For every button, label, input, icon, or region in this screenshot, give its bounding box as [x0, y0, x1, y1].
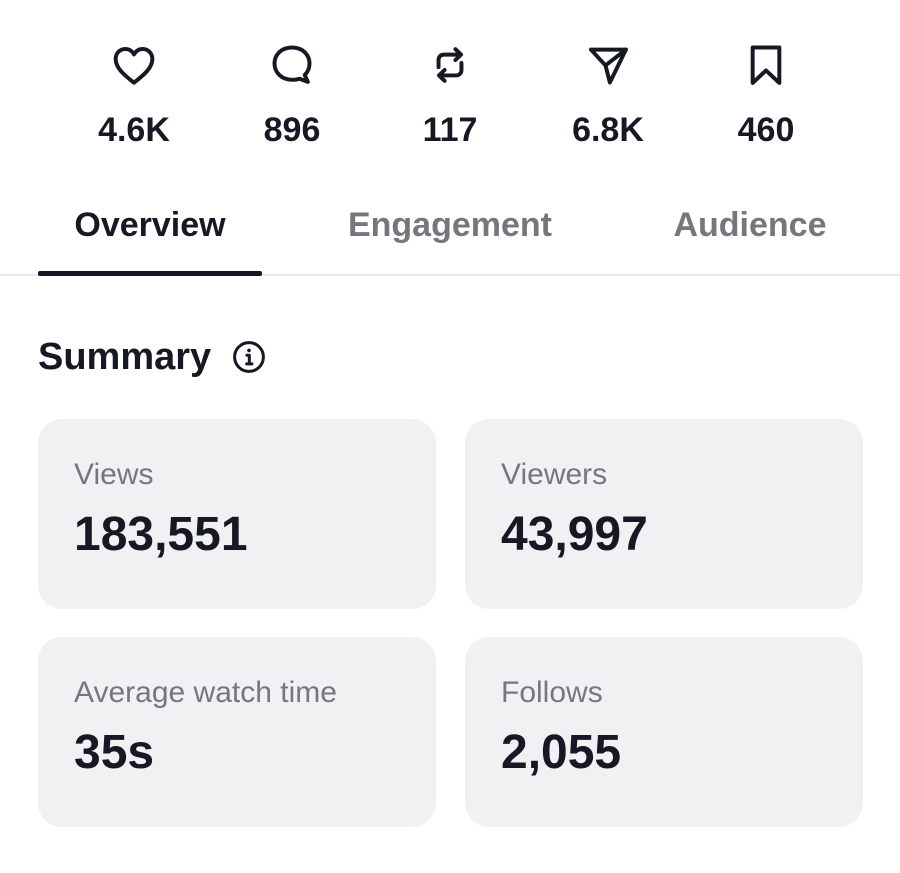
- share-icon[interactable]: [583, 40, 633, 90]
- views-card: Views 183,551: [38, 419, 436, 609]
- reposts-stat[interactable]: 117: [375, 40, 525, 150]
- shares-count: 6.8K: [572, 111, 644, 149]
- summary-header: Summary: [38, 332, 267, 382]
- shares-stat[interactable]: 6.8K: [533, 40, 683, 150]
- analytics-tab-bar: Overview Engagement Audience: [0, 196, 900, 276]
- tab-engagement-label: Engagement: [347, 206, 553, 244]
- likes-count: 4.6K: [98, 111, 170, 149]
- heart-icon[interactable]: [109, 40, 159, 90]
- summary-title: Summary: [38, 336, 212, 378]
- tab-engagement[interactable]: Engagement: [332, 196, 568, 274]
- follows-card: Follows 2,055: [465, 637, 863, 827]
- repost-icon[interactable]: [425, 40, 475, 90]
- views-value: 183,551: [74, 508, 248, 561]
- bookmarks-stat[interactable]: 460: [691, 40, 841, 150]
- average-watch-time-label: Average watch time: [74, 676, 337, 709]
- bookmark-icon[interactable]: [741, 40, 791, 90]
- follows-label: Follows: [501, 676, 603, 709]
- active-tab-indicator: [38, 271, 262, 276]
- average-watch-time-card: Average watch time 35s: [38, 637, 436, 827]
- comments-count: 896: [263, 111, 321, 149]
- comment-icon[interactable]: [267, 40, 317, 90]
- viewers-value: 43,997: [501, 508, 648, 561]
- bookmarks-count: 460: [737, 111, 795, 149]
- tab-overview-label: Overview: [74, 206, 226, 244]
- comments-stat[interactable]: 896: [217, 40, 367, 150]
- average-watch-time-value: 35s: [74, 726, 155, 779]
- viewers-label: Viewers: [501, 458, 608, 491]
- tab-audience[interactable]: Audience: [660, 196, 840, 274]
- follows-value: 2,055: [501, 726, 622, 779]
- tab-audience-label: Audience: [673, 206, 827, 244]
- likes-stat[interactable]: 4.6K: [59, 40, 209, 150]
- tab-overview[interactable]: Overview: [38, 196, 262, 276]
- views-label: Views: [74, 458, 154, 491]
- reposts-count: 117: [422, 111, 478, 149]
- info-icon[interactable]: [231, 339, 267, 375]
- engagement-stats-row: 4.6K 896 117 6.8K 460: [0, 40, 900, 160]
- viewers-card: Viewers 43,997: [465, 419, 863, 609]
